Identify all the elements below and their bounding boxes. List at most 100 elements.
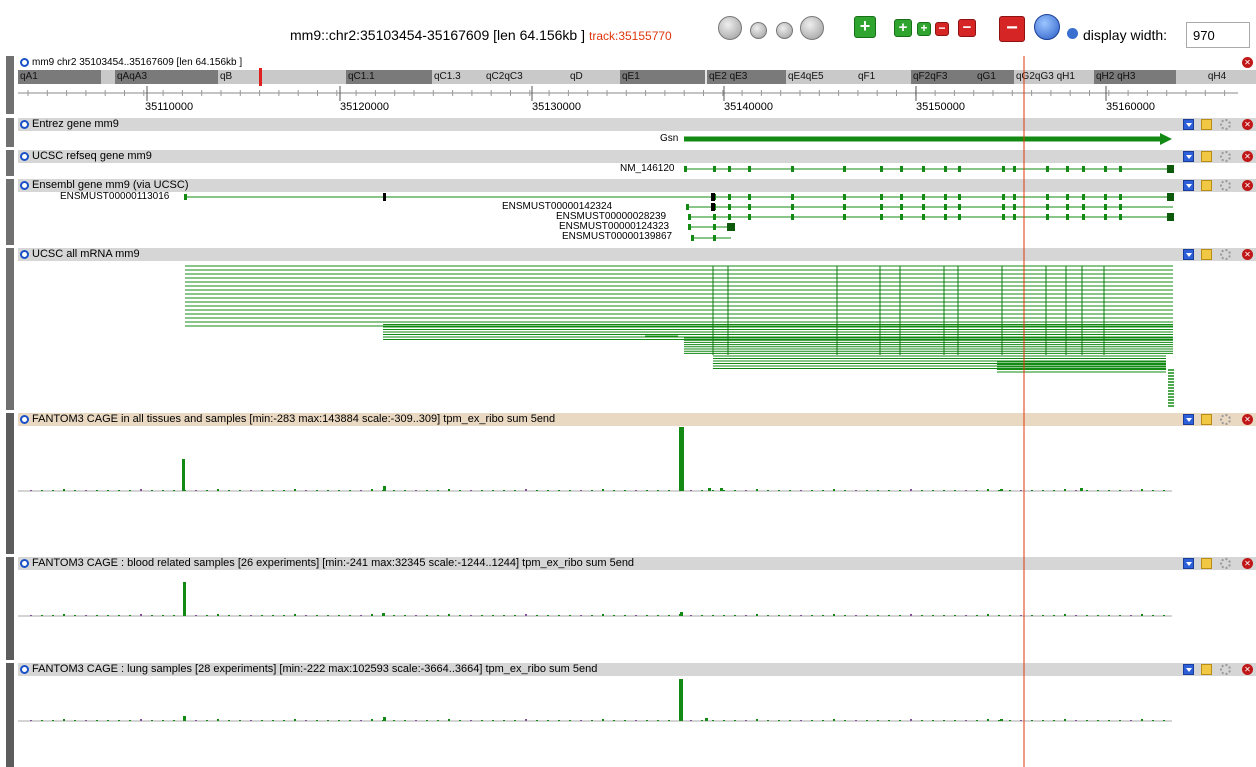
cage-noise	[107, 490, 109, 491]
exon-block	[843, 194, 846, 200]
exon-block	[1119, 214, 1122, 220]
cage-noise	[987, 719, 989, 721]
cage-noise	[459, 490, 461, 491]
exon-block	[1013, 214, 1016, 220]
exon-block	[1002, 204, 1005, 210]
cage-noise	[745, 490, 747, 491]
exon-block	[1082, 166, 1085, 172]
exon-block	[791, 214, 794, 220]
cage-noise	[536, 490, 538, 491]
cage-noise	[217, 614, 219, 616]
cage-noise	[954, 720, 956, 721]
cage-noise	[503, 615, 505, 616]
cage-noise	[525, 489, 527, 491]
cage-noise	[778, 490, 780, 491]
cage-noise	[437, 490, 439, 491]
cage-noise	[1053, 490, 1055, 491]
cage-noise	[899, 720, 901, 721]
cage-noise	[800, 615, 802, 616]
exon-block	[791, 194, 794, 200]
exon-block	[1002, 214, 1005, 220]
exon-block	[1066, 194, 1069, 200]
exon-block	[688, 214, 691, 220]
cage-noise	[1086, 490, 1088, 491]
cage-noise	[635, 615, 637, 616]
cage-noise	[118, 615, 120, 616]
exon-block	[900, 166, 903, 172]
exon-block	[727, 223, 735, 231]
exon-block	[1104, 166, 1107, 172]
cage-noise	[558, 490, 560, 491]
cage-noise	[404, 720, 406, 721]
cage-noise	[954, 490, 956, 491]
cage-noise	[613, 490, 615, 491]
cage-noise	[855, 615, 857, 616]
exon-block	[1119, 166, 1122, 172]
genome-browser-canvas	[18, 56, 1238, 767]
cage-noise	[844, 720, 846, 721]
cage-noise	[767, 490, 769, 491]
cage-noise	[41, 720, 43, 721]
cage-noise	[514, 615, 516, 616]
cage-noise	[1152, 615, 1154, 616]
cage-noise	[877, 490, 879, 491]
cage-noise	[822, 490, 824, 491]
cage-noise	[294, 614, 296, 616]
cage-noise	[1053, 720, 1055, 721]
cage-peak	[680, 612, 683, 616]
exon-block	[684, 166, 687, 172]
cage-noise	[371, 489, 373, 491]
cage-noise	[965, 720, 967, 721]
cage-noise	[107, 720, 109, 721]
exon-block	[1046, 194, 1049, 200]
cage-noise	[921, 490, 923, 491]
exon-block	[713, 214, 716, 220]
cage-noise	[877, 615, 879, 616]
exon-block	[791, 204, 794, 210]
cage-noise	[96, 615, 98, 616]
cage-noise	[668, 615, 670, 616]
exon-block	[1167, 213, 1174, 221]
cage-noise	[52, 615, 54, 616]
cage-noise	[1064, 614, 1066, 616]
cage-noise	[976, 720, 978, 721]
cage-noise	[1152, 720, 1154, 721]
cage-noise	[1086, 720, 1088, 721]
cage-noise	[371, 614, 373, 616]
cage-noise	[360, 615, 362, 616]
cage-noise	[657, 720, 659, 721]
cage-noise	[998, 720, 1000, 721]
cage-noise	[162, 615, 164, 616]
cage-noise	[1097, 720, 1099, 721]
cage-noise	[723, 720, 725, 721]
cage-noise	[1163, 615, 1165, 616]
cage-noise	[173, 490, 175, 491]
cage-noise	[1031, 615, 1033, 616]
cage-noise	[1031, 490, 1033, 491]
cage-noise	[822, 720, 824, 721]
exon-block	[900, 194, 903, 200]
cage-noise	[52, 490, 54, 491]
cage-noise	[217, 489, 219, 491]
cage-noise	[338, 490, 340, 491]
cage-noise	[41, 490, 43, 491]
exon-block	[711, 203, 715, 211]
cage-noise	[789, 490, 791, 491]
exon-block	[748, 166, 751, 172]
cage-noise	[459, 720, 461, 721]
cage-noise	[602, 719, 604, 721]
cage-noise	[63, 719, 65, 721]
cage-noise	[503, 720, 505, 721]
cage-noise	[283, 490, 285, 491]
cage-noise	[514, 490, 516, 491]
exon-block	[922, 194, 925, 200]
cage-noise	[1042, 615, 1044, 616]
cage-noise	[558, 720, 560, 721]
cage-noise	[1141, 719, 1143, 721]
cage-noise	[723, 490, 725, 491]
cage-noise	[1031, 720, 1033, 721]
exon-block	[711, 193, 715, 201]
cage-noise	[415, 720, 417, 721]
cage-noise	[74, 720, 76, 721]
cage-noise	[1108, 720, 1110, 721]
